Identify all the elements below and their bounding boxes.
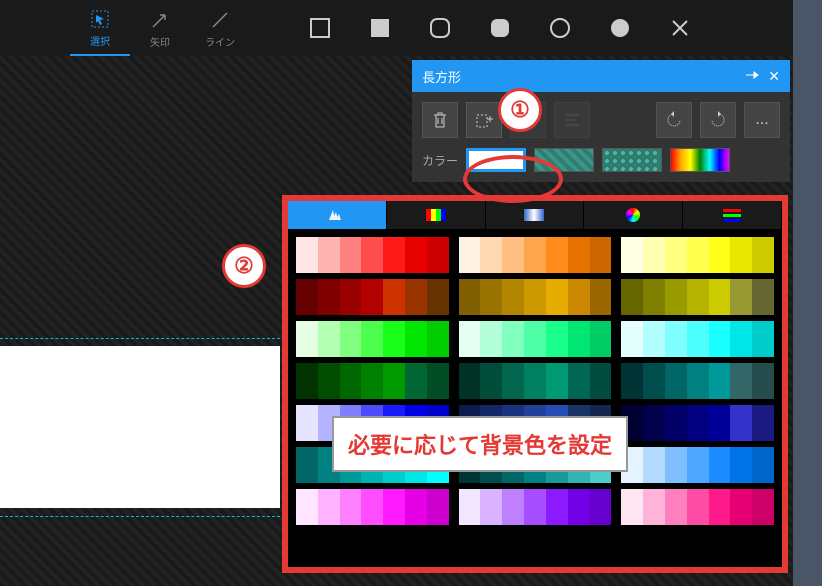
color-swatch-dots[interactable] [602, 148, 662, 172]
picker-tab-sliders[interactable] [683, 201, 782, 229]
align-button[interactable] [554, 102, 590, 138]
shape-square-filled[interactable] [350, 0, 410, 56]
panel-header: 長方形 ✕ [412, 60, 790, 92]
shape-rounded-filled[interactable] [470, 0, 530, 56]
delete-button[interactable] [422, 102, 458, 138]
color-block[interactable] [459, 321, 612, 357]
selection-edge [0, 338, 280, 339]
color-block[interactable] [296, 237, 449, 273]
close-button[interactable] [650, 0, 710, 56]
arrow-icon [148, 8, 172, 32]
picker-tabs [288, 201, 782, 229]
picker-tab-swatches[interactable] [288, 201, 387, 229]
color-block[interactable] [621, 489, 774, 525]
annotation-text: 必要に応じて背景色を設定 [332, 416, 628, 472]
tool-select-label: 選択 [90, 33, 110, 48]
color-block[interactable] [296, 489, 449, 525]
annotation-ellipse [463, 155, 563, 203]
color-block[interactable] [621, 237, 774, 273]
color-block[interactable] [459, 237, 612, 273]
rectangle-panel: 長方形 ✕ ... カラー [412, 60, 790, 182]
color-block[interactable] [621, 405, 774, 441]
color-label: カラー [422, 152, 458, 169]
color-block[interactable] [296, 279, 449, 315]
white-rectangle[interactable] [0, 346, 280, 508]
color-grid [296, 237, 774, 525]
color-block[interactable] [459, 489, 612, 525]
picker-tab-wheel[interactable] [584, 201, 683, 229]
color-block[interactable] [459, 279, 612, 315]
more-button[interactable]: ... [744, 102, 780, 138]
shape-square-outline[interactable] [290, 0, 350, 56]
tool-arrow[interactable]: 矢印 [130, 0, 190, 56]
color-block[interactable] [459, 363, 612, 399]
pin-icon[interactable] [744, 67, 760, 86]
rotate-ccw-button[interactable] [656, 102, 692, 138]
tool-line-label: ライン [205, 34, 235, 49]
rotate-cw-button[interactable] [700, 102, 736, 138]
color-block[interactable] [621, 447, 774, 483]
line-icon [208, 8, 232, 32]
tool-line[interactable]: ライン [190, 0, 250, 56]
color-block[interactable] [296, 363, 449, 399]
right-strip [793, 0, 822, 586]
color-block[interactable] [621, 279, 774, 315]
tool-select[interactable]: 選択 [70, 0, 130, 56]
color-block[interactable] [621, 363, 774, 399]
annotation-circle-2: ② [222, 244, 266, 288]
color-picker [282, 195, 788, 573]
picker-body [288, 229, 782, 533]
picker-tab-gradient[interactable] [486, 201, 585, 229]
color-block[interactable] [621, 321, 774, 357]
panel-toolbar: ... [412, 92, 790, 148]
picker-tab-palette[interactable] [387, 201, 486, 229]
top-toolbar: 選択 矢印 ライン [0, 0, 793, 56]
panel-close-icon[interactable]: ✕ [768, 68, 780, 85]
tool-arrow-label: 矢印 [150, 34, 170, 49]
color-block[interactable] [296, 321, 449, 357]
select-icon [88, 7, 112, 31]
annotation-circle-1: ① [498, 88, 542, 132]
add-button[interactable] [466, 102, 502, 138]
selection-edge [0, 516, 280, 517]
color-swatch-gradient[interactable] [670, 148, 730, 172]
shape-circle-outline[interactable] [530, 0, 590, 56]
shape-rounded-outline[interactable] [410, 0, 470, 56]
panel-title: 長方形 [422, 67, 461, 86]
shape-circle-filled[interactable] [590, 0, 650, 56]
